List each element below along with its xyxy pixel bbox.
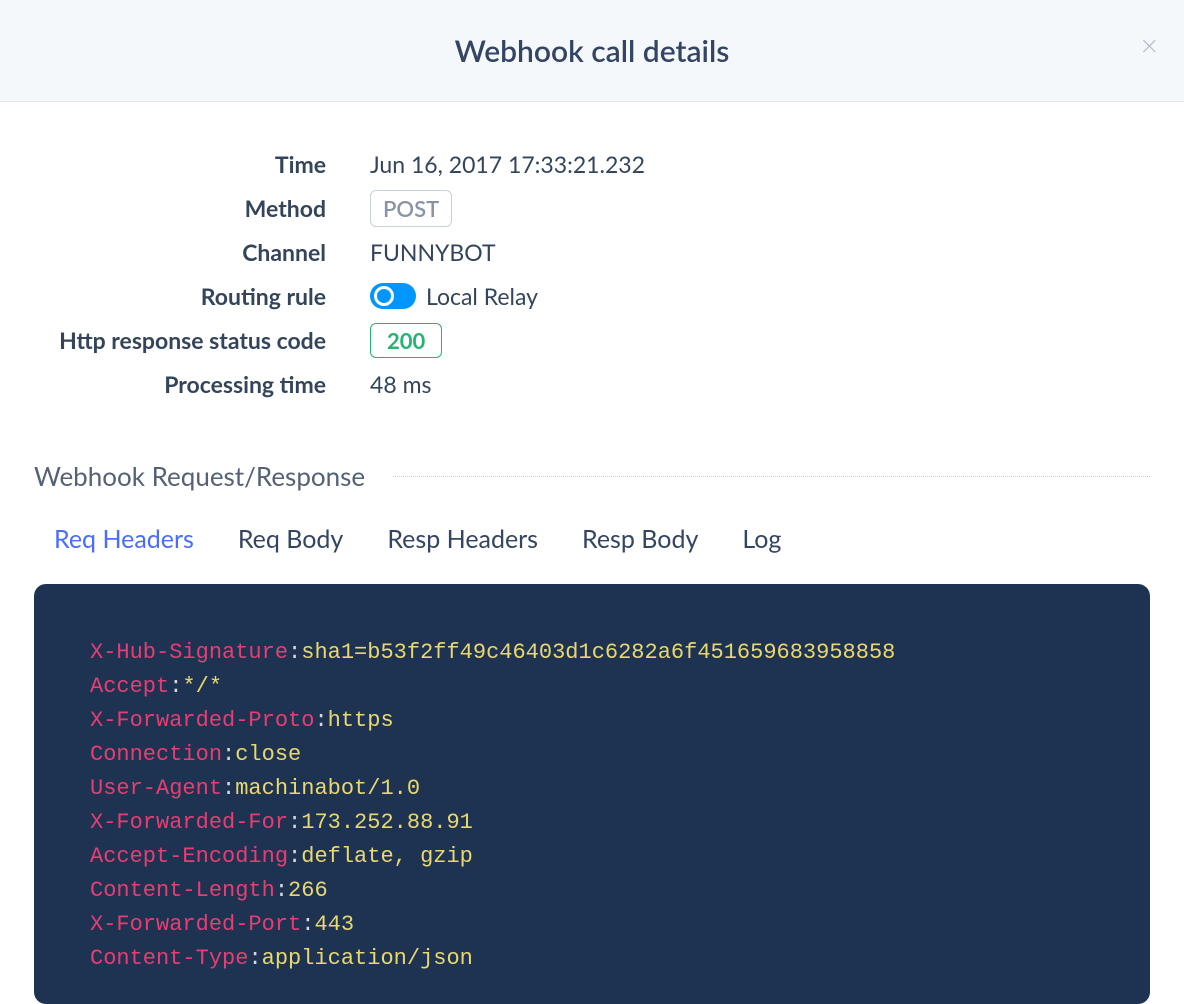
- header-value: https: [328, 708, 394, 733]
- routing-rule-toggle[interactable]: [370, 283, 416, 309]
- colon: :: [288, 844, 301, 869]
- section-divider: Webhook Request/Response: [34, 460, 1150, 492]
- section-title: Webhook Request/Response: [34, 460, 393, 492]
- header-value: 173.252.88.91: [301, 810, 473, 835]
- row-channel: Channel FUNNYBOT: [50, 230, 1150, 274]
- method-pill: POST: [370, 190, 452, 227]
- colon: :: [301, 912, 314, 937]
- colon: :: [222, 776, 235, 801]
- colon: :: [288, 810, 301, 835]
- header-key: Accept-Encoding: [90, 844, 288, 869]
- routing-rule-name: Local Relay: [426, 282, 538, 310]
- value-method: POST: [370, 190, 452, 227]
- header-line: Accept:*/*: [90, 670, 1094, 704]
- tabs: Req Headers Req Body Resp Headers Resp B…: [54, 520, 1150, 558]
- tab-resp-body[interactable]: Resp Body: [582, 520, 698, 558]
- header-key: X-Forwarded-Port: [90, 912, 301, 937]
- colon: :: [169, 674, 182, 699]
- label-routing-rule: Routing rule: [50, 282, 370, 310]
- header-value: */*: [182, 674, 222, 699]
- header-key: X-Hub-Signature: [90, 640, 288, 665]
- header-line: X-Forwarded-For:173.252.88.91: [90, 806, 1094, 840]
- header-key: Content-Length: [90, 878, 275, 903]
- divider-line: [393, 476, 1150, 477]
- header-line: X-Hub-Signature:sha1=b53f2ff49c46403d1c6…: [90, 636, 1094, 670]
- row-processing-time: Processing time 48 ms: [50, 362, 1150, 406]
- header-key: Connection: [90, 742, 222, 767]
- colon: :: [222, 742, 235, 767]
- row-method: Method POST: [50, 186, 1150, 230]
- header-line: Content-Length:266: [90, 874, 1094, 908]
- header-key: Content-Type: [90, 946, 248, 971]
- tab-log[interactable]: Log: [742, 520, 781, 558]
- tab-resp-headers[interactable]: Resp Headers: [387, 520, 538, 558]
- header-key: Accept: [90, 674, 169, 699]
- header-line: User-Agent:machinabot/1.0: [90, 772, 1094, 806]
- colon: :: [275, 878, 288, 903]
- tab-req-body[interactable]: Req Body: [238, 520, 344, 558]
- modal-header: Webhook call details ×: [0, 0, 1184, 102]
- colon: :: [248, 946, 261, 971]
- label-processing-time: Processing time: [50, 370, 370, 398]
- label-channel: Channel: [50, 238, 370, 266]
- label-status-code: Http response status code: [50, 326, 370, 354]
- close-icon[interactable]: ×: [1141, 30, 1158, 60]
- row-routing-rule: Routing rule Local Relay: [50, 274, 1150, 318]
- label-method: Method: [50, 194, 370, 222]
- value-processing-time: 48 ms: [370, 370, 431, 398]
- colon: :: [288, 640, 301, 665]
- header-line: Accept-Encoding:deflate, gzip: [90, 840, 1094, 874]
- tab-req-headers[interactable]: Req Headers: [54, 520, 194, 558]
- value-time: Jun 16, 2017 17:33:21.232: [370, 150, 645, 178]
- header-key: X-Forwarded-Proto: [90, 708, 314, 733]
- status-code-pill: 200: [370, 323, 442, 358]
- value-routing-rule: Local Relay: [370, 282, 538, 310]
- row-status-code: Http response status code 200: [50, 318, 1150, 362]
- modal-body: Time Jun 16, 2017 17:33:21.232 Method PO…: [0, 102, 1184, 1004]
- header-value: sha1=b53f2ff49c46403d1c6282a6f4516596839…: [301, 640, 895, 665]
- req-headers-panel: X-Hub-Signature:sha1=b53f2ff49c46403d1c6…: [34, 584, 1150, 1004]
- value-channel: FUNNYBOT: [370, 238, 496, 266]
- label-time: Time: [50, 150, 370, 178]
- row-time: Time Jun 16, 2017 17:33:21.232: [50, 142, 1150, 186]
- header-value: 443: [314, 912, 354, 937]
- details-table: Time Jun 16, 2017 17:33:21.232 Method PO…: [50, 142, 1150, 406]
- header-value: 266: [288, 878, 328, 903]
- header-value: machinabot/1.0: [235, 776, 420, 801]
- value-status-code: 200: [370, 323, 442, 358]
- colon: :: [314, 708, 327, 733]
- header-key: X-Forwarded-For: [90, 810, 288, 835]
- header-line: Content-Type:application/json: [90, 942, 1094, 976]
- header-line: Connection:close: [90, 738, 1094, 772]
- header-line: X-Forwarded-Port:443: [90, 908, 1094, 942]
- modal-title: Webhook call details: [455, 33, 730, 69]
- header-value: close: [235, 742, 301, 767]
- header-key: User-Agent: [90, 776, 222, 801]
- header-line: X-Forwarded-Proto:https: [90, 704, 1094, 738]
- header-value: application/json: [262, 946, 473, 971]
- header-value: deflate, gzip: [301, 844, 473, 869]
